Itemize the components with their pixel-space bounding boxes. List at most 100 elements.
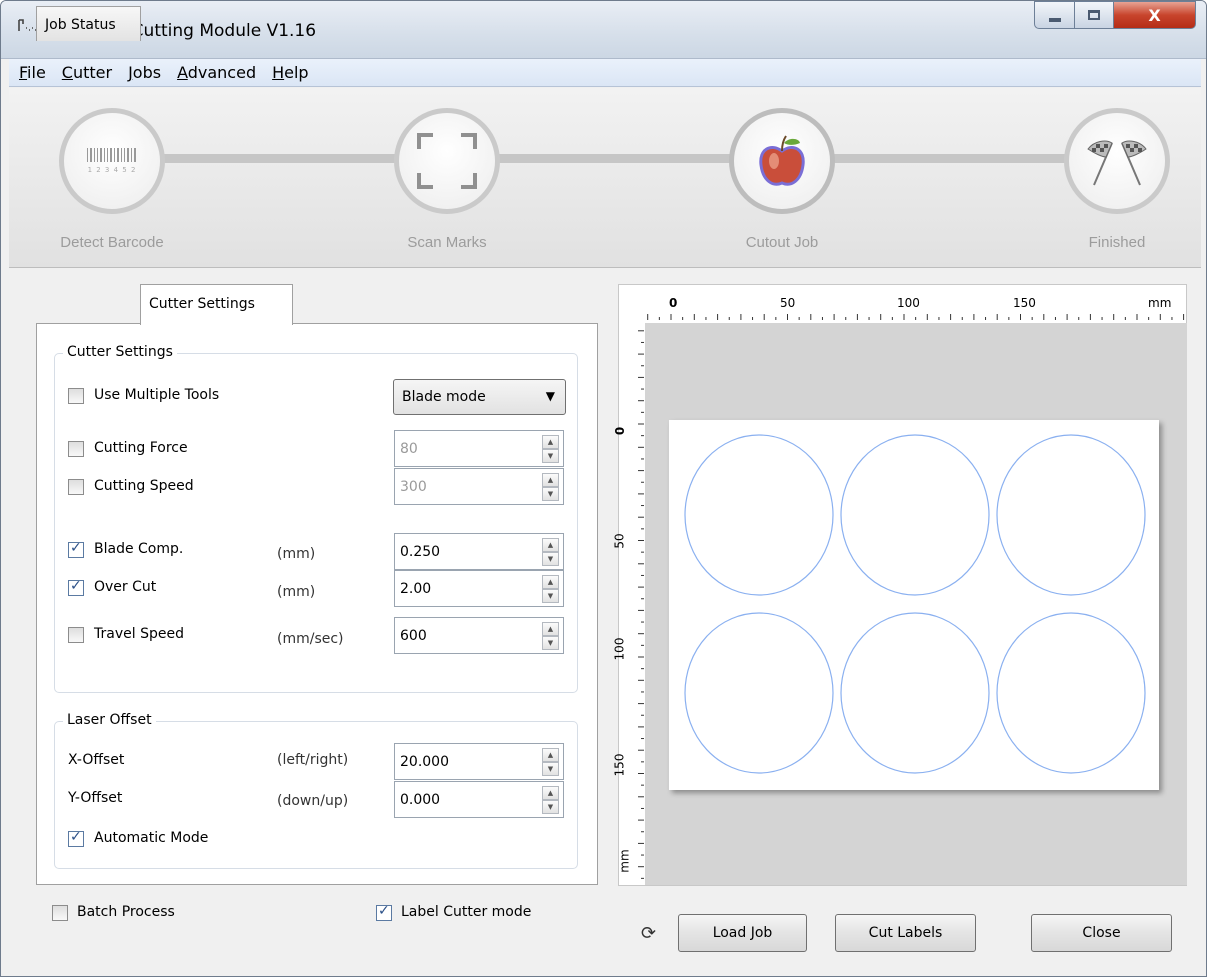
menu-advanced[interactable]: Advanced	[171, 63, 262, 82]
menu-cutter[interactable]: Cutter	[56, 63, 118, 82]
app-window: Automark Cutting Module V1.16 X File Cut…	[0, 0, 1207, 977]
over-cut-label: Over Cut	[94, 579, 157, 595]
cutting-force-checkbox[interactable]	[68, 441, 84, 457]
cutting-speed-checkbox[interactable]	[68, 479, 84, 495]
close-window-button[interactable]: X	[1113, 1, 1196, 29]
step-label-finished: Finished	[1088, 234, 1146, 251]
ruler-label-h-0: 0	[669, 296, 678, 310]
batch-process-label: Batch Process	[77, 904, 175, 920]
apple-icon	[759, 135, 805, 186]
menu-bar: File Cutter Jobs Advanced Help	[9, 59, 1201, 87]
cutting-speed-value: 300	[400, 479, 427, 495]
menu-jobs[interactable]: Jobs	[122, 63, 167, 82]
increment-icon[interactable]: ▲	[542, 622, 559, 636]
barcode-digits: 1 2 3 4 5 2	[87, 166, 137, 174]
use-multiple-tools-label: Use Multiple Tools	[94, 387, 220, 403]
ruler-label-v-50: 50	[612, 533, 627, 549]
scan-marks-icon	[417, 133, 477, 189]
y-offset-unit: (down/up)	[277, 793, 349, 809]
automatic-mode-label: Automatic Mode	[94, 830, 209, 846]
tab-cutter-settings[interactable]: Cutter Settings	[140, 284, 293, 325]
step-cutout-job	[729, 108, 835, 214]
step-detect-barcode: 1 2 3 4 5 2	[59, 108, 165, 214]
close-icon: X	[1148, 5, 1161, 25]
close-button[interactable]: Close	[1031, 914, 1172, 952]
y-offset-label: Y-Offset	[68, 790, 123, 806]
step-finished	[1064, 108, 1170, 214]
decrement-icon[interactable]: ▼	[542, 552, 559, 566]
label-cutter-mode-label: Label Cutter mode	[401, 904, 532, 920]
y-offset-stepper[interactable]: 0.000 ▲ ▼	[394, 781, 564, 818]
increment-icon[interactable]: ▲	[542, 575, 559, 589]
menu-file[interactable]: File	[13, 63, 52, 82]
cutting-force-stepper[interactable]: 80 ▲ ▼	[394, 430, 564, 467]
label-sheet	[669, 420, 1159, 790]
decrement-icon[interactable]: ▼	[542, 589, 559, 603]
refresh-icon[interactable]: ⟳	[641, 923, 656, 944]
ruler-label-v-150: 150	[612, 753, 627, 777]
blade-comp-label: Blade Comp.	[94, 541, 184, 557]
x-offset-stepper[interactable]: 20.000 ▲ ▼	[394, 743, 564, 780]
over-cut-checkbox[interactable]	[68, 578, 84, 596]
label-circle	[840, 434, 990, 596]
label-circle	[684, 434, 834, 596]
increment-icon[interactable]: ▲	[542, 473, 559, 487]
label-shapes	[684, 434, 1146, 774]
label-circle	[996, 434, 1146, 596]
decrement-icon[interactable]: ▼	[542, 487, 559, 501]
cut-labels-button[interactable]: Cut Labels	[835, 914, 976, 952]
chevron-down-icon: ▼	[545, 389, 555, 403]
over-cut-unit: (mm)	[277, 584, 316, 600]
over-cut-stepper[interactable]: 2.00 ▲ ▼	[394, 570, 564, 607]
tab-job-status[interactable]: Job Status	[36, 6, 141, 41]
decrement-icon[interactable]: ▼	[542, 449, 559, 463]
cutter-settings-group-title: Cutter Settings	[63, 344, 177, 360]
minimize-button[interactable]	[1034, 1, 1074, 29]
label-cutter-mode-checkbox[interactable]	[376, 903, 392, 921]
blade-comp-unit: (mm)	[277, 546, 316, 562]
decrement-icon[interactable]: ▼	[542, 636, 559, 650]
use-multiple-tools-checkbox[interactable]	[68, 388, 84, 404]
label-circle	[996, 612, 1146, 774]
ruler-label-h-100: 100	[897, 296, 920, 310]
label-circle	[840, 612, 990, 774]
increment-icon[interactable]: ▲	[542, 748, 559, 762]
over-cut-value: 2.00	[400, 581, 432, 597]
tool-mode-value: Blade mode	[402, 389, 486, 405]
increment-icon[interactable]: ▲	[542, 538, 559, 552]
barcode-icon: 1 2 3 4 5 2	[87, 148, 137, 174]
blade-comp-value: 0.250	[400, 544, 441, 560]
decrement-icon[interactable]: ▼	[542, 762, 559, 776]
blade-comp-stepper[interactable]: 0.250 ▲ ▼	[394, 533, 564, 570]
tool-mode-select[interactable]: Blade mode ▼	[393, 379, 566, 415]
step-connector	[499, 154, 739, 163]
decrement-icon[interactable]: ▼	[542, 800, 559, 814]
ruler-label-v-0: 0	[613, 426, 628, 436]
increment-icon[interactable]: ▲	[542, 435, 559, 449]
increment-icon[interactable]: ▲	[542, 786, 559, 800]
step-label-detect-barcode: Detect Barcode	[60, 234, 164, 251]
automatic-mode-checkbox[interactable]	[68, 829, 84, 847]
ruler-label-h-50: 50	[780, 296, 796, 310]
travel-speed-checkbox[interactable]	[68, 627, 84, 643]
minimize-icon	[1048, 18, 1061, 22]
ruler-label-v-100: 100	[612, 637, 627, 661]
batch-process-checkbox[interactable]	[52, 905, 68, 921]
maximize-button[interactable]	[1074, 1, 1113, 29]
ruler-label-h-150: 150	[1013, 296, 1036, 310]
travel-speed-stepper[interactable]: 600 ▲ ▼	[394, 617, 564, 654]
x-offset-value: 20.000	[400, 754, 449, 770]
step-connector	[164, 154, 404, 163]
travel-speed-unit: (mm/sec)	[277, 631, 344, 647]
x-offset-unit: (left/right)	[277, 752, 349, 768]
load-job-button[interactable]: Load Job	[678, 914, 807, 952]
cutting-speed-stepper[interactable]: 300 ▲ ▼	[394, 468, 564, 505]
travel-speed-value: 600	[400, 628, 427, 644]
travel-speed-label: Travel Speed	[94, 626, 184, 642]
cutting-speed-label: Cutting Speed	[94, 478, 194, 494]
menu-help[interactable]: Help	[266, 63, 314, 82]
workflow-steps: 1 2 3 4 5 2 Detect Barcode Scan Marks Cu…	[9, 88, 1201, 268]
maximize-icon	[1088, 10, 1100, 20]
step-label-cutout-job: Cutout Job	[745, 234, 819, 251]
blade-comp-checkbox[interactable]	[68, 540, 84, 558]
